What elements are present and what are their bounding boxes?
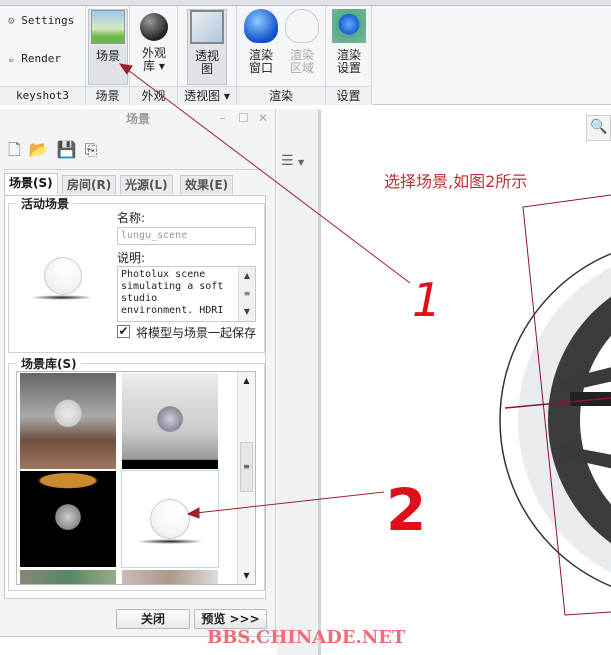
arrow-1 <box>127 69 411 284</box>
annotation-mark-2: 2 <box>386 476 426 544</box>
canvas-drawing: 1 2 BBS.CHINADE.NET <box>118 63 611 648</box>
arrow-2 <box>195 491 385 514</box>
wheel-model <box>499 194 611 616</box>
watermark: BBS.CHINADE.NET <box>207 627 406 648</box>
annotation-mark-1: 1 <box>412 273 441 327</box>
